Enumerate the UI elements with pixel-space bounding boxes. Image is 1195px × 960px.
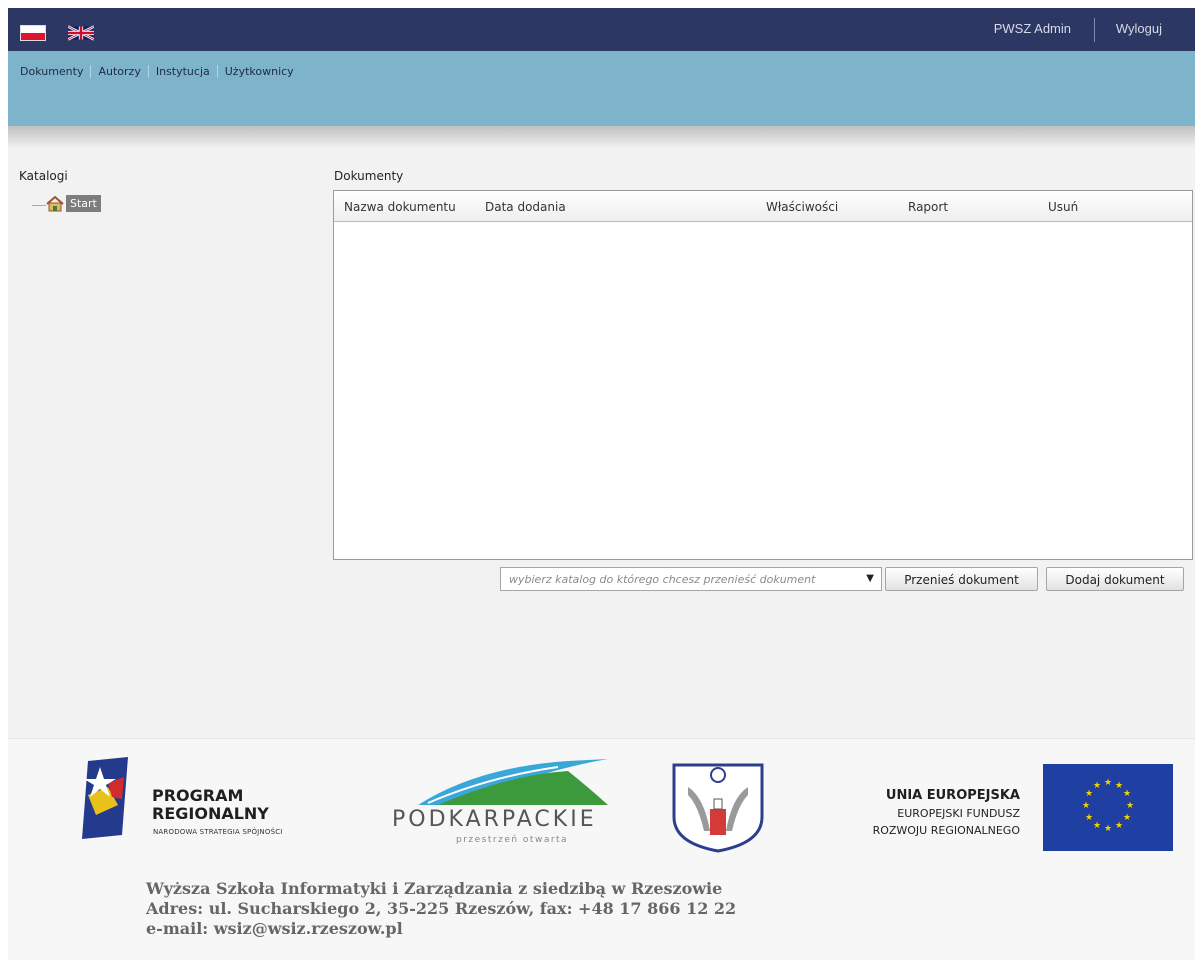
nav-item-autorzy[interactable]: Autorzy — [98, 65, 140, 78]
program-title-line2: REGIONALNY — [152, 804, 269, 823]
eu-title: UNIA EUROPEJSKA — [885, 788, 1020, 803]
program-title-line1: PROGRAM — [152, 786, 244, 805]
svg-text:★: ★ — [1082, 801, 1090, 811]
add-document-button[interactable]: Dodaj dokument — [1046, 567, 1184, 591]
nav-divider — [147, 65, 149, 78]
nav-item-instytucja[interactable]: Instytucja — [156, 65, 210, 78]
main-nav: Dokumenty Autorzy Instytucja Użytkownicy — [20, 65, 294, 78]
catalogs-title: Katalogi — [19, 169, 68, 183]
podkarpackie-logo-icon — [418, 759, 608, 805]
home-icon[interactable] — [46, 196, 64, 212]
main-content: Katalogi Start Dokumenty Nazwa dokumentu… — [8, 148, 1195, 738]
address-line-street: Adres: ul. Sucharskiego 2, 35-225 Rzeszó… — [146, 899, 737, 918]
university-crest-icon — [672, 763, 764, 853]
eu-fund-line1: EUROPEJSKI FUNDUSZ — [897, 807, 1020, 820]
svg-text:★: ★ — [1115, 821, 1123, 831]
table-header: Nazwa dokumentu Data dodania Właściwości… — [334, 191, 1192, 222]
program-subtitle: NARODOWA STRATEGIA SPÓJNOŚCI — [153, 828, 283, 836]
nav-divider — [216, 65, 218, 78]
logout-link[interactable]: Wyloguj — [1116, 21, 1162, 36]
chevron-down-icon: ▼ — [866, 573, 874, 584]
svg-text:★: ★ — [1093, 821, 1101, 831]
svg-text:★: ★ — [1115, 781, 1123, 791]
footer: PROGRAM REGIONALNY NARODOWA STRATEGIA SP… — [8, 738, 1195, 960]
eu-flag-icon: ★ ★★ ★★★ ★★★ ★★★ — [1043, 764, 1173, 851]
address-line-email: e-mail: wsiz@wsiz.rzeszow.pl — [146, 919, 403, 938]
documents-table: Nazwa dokumentu Data dodania Właściwości… — [333, 190, 1193, 560]
tree-connector — [32, 205, 46, 206]
podkarpackie-title: PODKARPACKIE — [392, 807, 597, 832]
svg-text:★: ★ — [1123, 789, 1131, 799]
address-block: Wyższa Szkoła Informatyki i Zarządzania … — [146, 879, 736, 939]
column-date[interactable]: Data dodania — [485, 200, 566, 214]
program-regionalny-title: PROGRAM REGIONALNY — [152, 787, 269, 823]
column-properties[interactable]: Właściwości — [766, 200, 838, 214]
svg-text:★: ★ — [1104, 778, 1112, 788]
top-divider — [1094, 18, 1095, 42]
uk-flag-icon[interactable] — [68, 25, 94, 41]
move-target-select[interactable]: wybierz katalog do którego chcesz przeni… — [500, 567, 882, 591]
move-document-button[interactable]: Przenieś dokument — [885, 567, 1038, 591]
user-name[interactable]: PWSZ Admin — [994, 21, 1071, 36]
svg-text:★: ★ — [1104, 824, 1112, 834]
svg-text:★: ★ — [1085, 813, 1093, 823]
column-delete[interactable]: Usuń — [1048, 200, 1078, 214]
nav-item-uzytkownicy[interactable]: Użytkownicy — [225, 65, 294, 78]
svg-text:★: ★ — [1085, 789, 1093, 799]
pl-flag-icon[interactable] — [20, 25, 46, 41]
nav-shadow — [8, 126, 1195, 148]
move-target-placeholder: wybierz katalog do którego chcesz przeni… — [509, 573, 816, 586]
nav-item-dokumenty[interactable]: Dokumenty — [20, 65, 83, 78]
svg-text:★: ★ — [1123, 813, 1131, 823]
top-bar: PWSZ Admin Wyloguj — [8, 8, 1195, 51]
column-name[interactable]: Nazwa dokumentu — [344, 200, 456, 214]
column-report[interactable]: Raport — [908, 200, 948, 214]
address-line-name: Wyższa Szkoła Informatyki i Zarządzania … — [146, 879, 723, 898]
documents-title: Dokumenty — [334, 169, 404, 183]
svg-text:★: ★ — [1126, 801, 1134, 811]
eu-fund-line2: ROZWOJU REGIONALNEGO — [872, 824, 1020, 837]
podkarpackie-subtitle: przestrzeń otwarta — [456, 835, 569, 845]
nav-divider — [90, 65, 92, 78]
program-regionalny-logo-icon — [82, 757, 128, 839]
svg-text:★: ★ — [1093, 781, 1101, 791]
nav-band: Dokumenty Autorzy Instytucja Użytkownicy — [8, 51, 1195, 126]
tree-node-start[interactable]: Start — [66, 195, 101, 212]
